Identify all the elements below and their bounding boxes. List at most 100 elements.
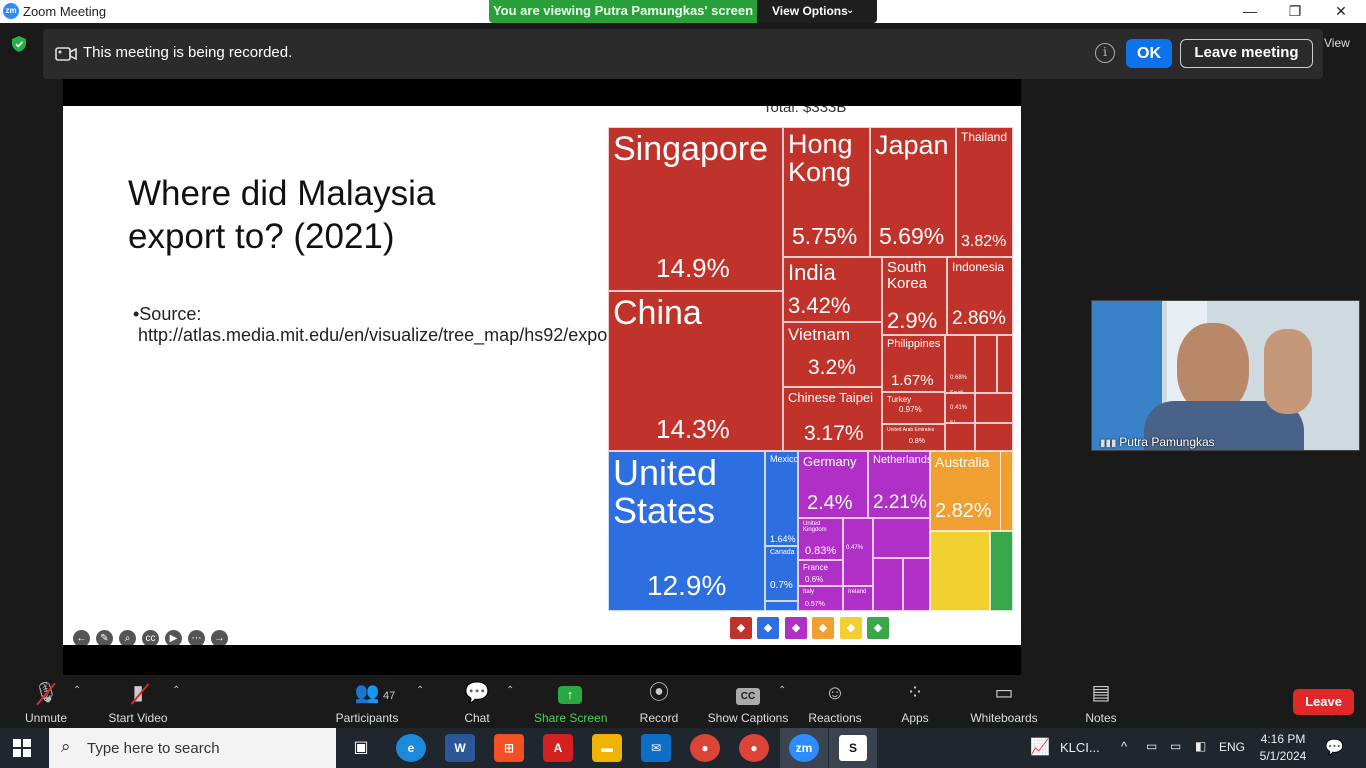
treemap-cell-value: 3.17% bbox=[804, 422, 864, 445]
apps-label: Apps bbox=[901, 711, 929, 725]
pen-icon[interactable]: ✎ bbox=[96, 630, 113, 645]
whiteboards-button[interactable]: ▭ Whiteboards bbox=[967, 679, 1041, 725]
treemap-cell-india[interactable]: India 3.42% bbox=[783, 257, 882, 322]
volume-icon[interactable]: ◧ bbox=[1195, 739, 1206, 753]
more-icon[interactable]: ⋯ bbox=[188, 630, 205, 645]
treemap-cell-singapore[interactable]: Singapore 14.9% bbox=[608, 127, 783, 291]
treemap-minor-cell[interactable] bbox=[997, 335, 1013, 393]
treemap-minor-cell[interactable] bbox=[975, 335, 997, 393]
edge-browser-icon[interactable]: e bbox=[396, 734, 426, 762]
stock-ticker[interactable]: KLCI... bbox=[1060, 740, 1100, 755]
treemap-cell-vietnam[interactable]: Vietnam 3.2% bbox=[783, 322, 882, 387]
zoom-icon[interactable]: ⌕ bbox=[119, 630, 136, 645]
record-button[interactable]: ⦿ Record bbox=[637, 679, 681, 725]
treemap-cell-china[interactable]: China 14.3% bbox=[608, 291, 783, 451]
participants-button[interactable]: 👥 47 Participants bbox=[333, 679, 401, 725]
language-indicator[interactable]: ENG bbox=[1219, 740, 1245, 754]
info-icon[interactable]: i bbox=[1095, 43, 1115, 63]
clock-date[interactable]: 5/1/2024 bbox=[1258, 749, 1308, 763]
ok-button[interactable]: OK bbox=[1126, 39, 1172, 68]
restore-button[interactable]: ❐ bbox=[1272, 0, 1318, 23]
secure-browser-icon[interactable]: S bbox=[829, 728, 877, 768]
forward-arrow-icon[interactable]: → bbox=[211, 630, 228, 645]
treemap-cell-netherlands[interactable]: Netherlands 2.21% bbox=[868, 451, 930, 518]
treemap-cell-south-korea[interactable]: South Korea 2.9% bbox=[882, 257, 947, 335]
leave-button[interactable]: Leave bbox=[1293, 689, 1354, 715]
share-screen-button[interactable]: ↑ Share Screen bbox=[534, 679, 607, 725]
treemap-cell-value: 2.86% bbox=[952, 308, 1006, 329]
americas-region-icon[interactable]: ◆ bbox=[757, 617, 779, 639]
network-icon[interactable]: ▭ bbox=[1170, 739, 1181, 753]
reactions-button[interactable]: ☺ Reactions bbox=[806, 679, 864, 725]
treemap-cell-italy[interactable]: Italy 0.57% bbox=[798, 586, 843, 611]
treemap-minor-cell[interactable] bbox=[930, 531, 990, 611]
captions-caret-icon[interactable]: ⌃ bbox=[778, 685, 786, 696]
treemap-cell-united-kingdom[interactable]: United Kingdom 0.83% bbox=[798, 518, 843, 560]
acrobat-icon[interactable]: A bbox=[543, 734, 573, 762]
leave-meeting-button[interactable]: Leave meeting bbox=[1180, 39, 1313, 68]
treemap-minor-cell[interactable] bbox=[903, 558, 930, 611]
treemap-cell-indonesia[interactable]: Indonesia 2.86% bbox=[947, 257, 1013, 335]
treemap-cell-chinese-taipei[interactable]: Chinese Taipei 3.17% bbox=[783, 387, 882, 451]
zoom-taskbar-icon[interactable]: zm bbox=[780, 728, 828, 768]
task-view-icon[interactable]: ▣ bbox=[346, 734, 376, 762]
treemap-cell-philippines[interactable]: Philippines 1.67% bbox=[882, 335, 945, 392]
treemap-minor-cell[interactable] bbox=[975, 423, 1013, 451]
unmute-button[interactable]: 🎙 Unmute bbox=[20, 679, 72, 725]
treemap-minor-cell[interactable] bbox=[945, 335, 975, 393]
treemap-cell-hong-kong[interactable]: Hong Kong 5.75% bbox=[783, 127, 870, 257]
treemap-cell-ireland[interactable]: Ireland bbox=[843, 586, 873, 611]
treemap-minor-cell[interactable] bbox=[873, 518, 930, 558]
video-options-caret-icon[interactable]: ⌃ bbox=[172, 685, 180, 696]
meet-now-icon[interactable]: ▭ bbox=[1146, 739, 1157, 753]
minimize-button[interactable]: — bbox=[1227, 0, 1273, 23]
participants-caret-icon[interactable]: ⌃ bbox=[416, 685, 424, 696]
word-icon[interactable]: W bbox=[445, 734, 475, 762]
apps-button[interactable]: ⁘ Apps bbox=[895, 679, 935, 725]
notes-button[interactable]: ▤ Notes bbox=[1081, 679, 1121, 725]
cc-icon[interactable]: cc bbox=[142, 630, 159, 645]
windows-start-icon[interactable] bbox=[13, 739, 31, 757]
other-region-icon[interactable]: ◆ bbox=[840, 617, 862, 639]
europe-region-icon[interactable]: ◆ bbox=[785, 617, 807, 639]
treemap-cell-united-states[interactable]: United States 12.9% bbox=[608, 451, 765, 611]
view-menu-button[interactable]: View bbox=[1324, 36, 1350, 50]
treemap-minor-cell[interactable] bbox=[990, 531, 1013, 611]
taskbar-search-box[interactable]: ⌕ Type here to search bbox=[49, 728, 336, 768]
treemap-cell-germany[interactable]: Germany 2.4% bbox=[798, 451, 868, 518]
notification-icon[interactable]: 💬 bbox=[1325, 738, 1344, 756]
file-explorer-icon[interactable]: ▬ bbox=[592, 734, 622, 762]
chat-caret-icon[interactable]: ⌃ bbox=[506, 685, 514, 696]
chat-button[interactable]: 💬 Chat bbox=[455, 679, 499, 725]
treemap-cell-japan[interactable]: Japan 5.69% bbox=[870, 127, 956, 257]
treemap-cell-value: 12.9% bbox=[647, 570, 727, 601]
view-options-button[interactable]: View Options ⌄ bbox=[757, 0, 877, 23]
treemap-cell-canada[interactable]: Canada 0.7% bbox=[765, 546, 798, 601]
back-arrow-icon[interactable]: ← bbox=[73, 630, 90, 645]
chrome-profile-icon[interactable]: ● bbox=[739, 734, 769, 762]
treemap-minor-cell[interactable] bbox=[1000, 451, 1013, 531]
treemap-cell-thailand[interactable]: Thailand 3.82% bbox=[956, 127, 1013, 257]
treemap-minor-cell[interactable] bbox=[975, 393, 1013, 423]
start-video-button[interactable]: ▮ Start Video bbox=[105, 679, 171, 725]
chrome-icon[interactable]: ● bbox=[690, 734, 720, 762]
asia-region-icon[interactable]: ◆ bbox=[730, 617, 752, 639]
participant-video-tile[interactable]: ▮▮▮ Putra Pamungkas bbox=[1091, 300, 1360, 451]
oceania-region-icon[interactable]: ◆ bbox=[812, 617, 834, 639]
treemap-minor-cell[interactable] bbox=[765, 601, 798, 611]
treemap-cell-mexico[interactable]: Mexico 1.64% bbox=[765, 451, 798, 546]
treemap-cell-france[interactable]: France 0.6% bbox=[798, 560, 843, 586]
treemap-minor-cell[interactable] bbox=[843, 518, 873, 586]
treemap-minor-cell[interactable] bbox=[873, 558, 903, 611]
treemap-minor-cell[interactable] bbox=[945, 423, 975, 451]
close-button[interactable]: ✕ bbox=[1318, 0, 1364, 23]
video-icon[interactable]: ▶ bbox=[165, 630, 182, 645]
treemap-cell-turkey[interactable]: Turkey 0.97% bbox=[882, 392, 945, 424]
audio-options-caret-icon[interactable]: ⌃ bbox=[73, 685, 81, 696]
store-icon[interactable]: ⊞ bbox=[494, 734, 524, 762]
mail-icon[interactable]: ✉ bbox=[641, 734, 671, 762]
africa-region-icon[interactable]: ◆ bbox=[867, 617, 889, 639]
treemap-cell-united-arab-emirates[interactable]: United Arab Emirates 0.8% bbox=[882, 424, 945, 451]
clock-time[interactable]: 4:16 PM bbox=[1258, 732, 1308, 746]
show-hidden-icons-caret[interactable]: ^ bbox=[1121, 739, 1127, 754]
